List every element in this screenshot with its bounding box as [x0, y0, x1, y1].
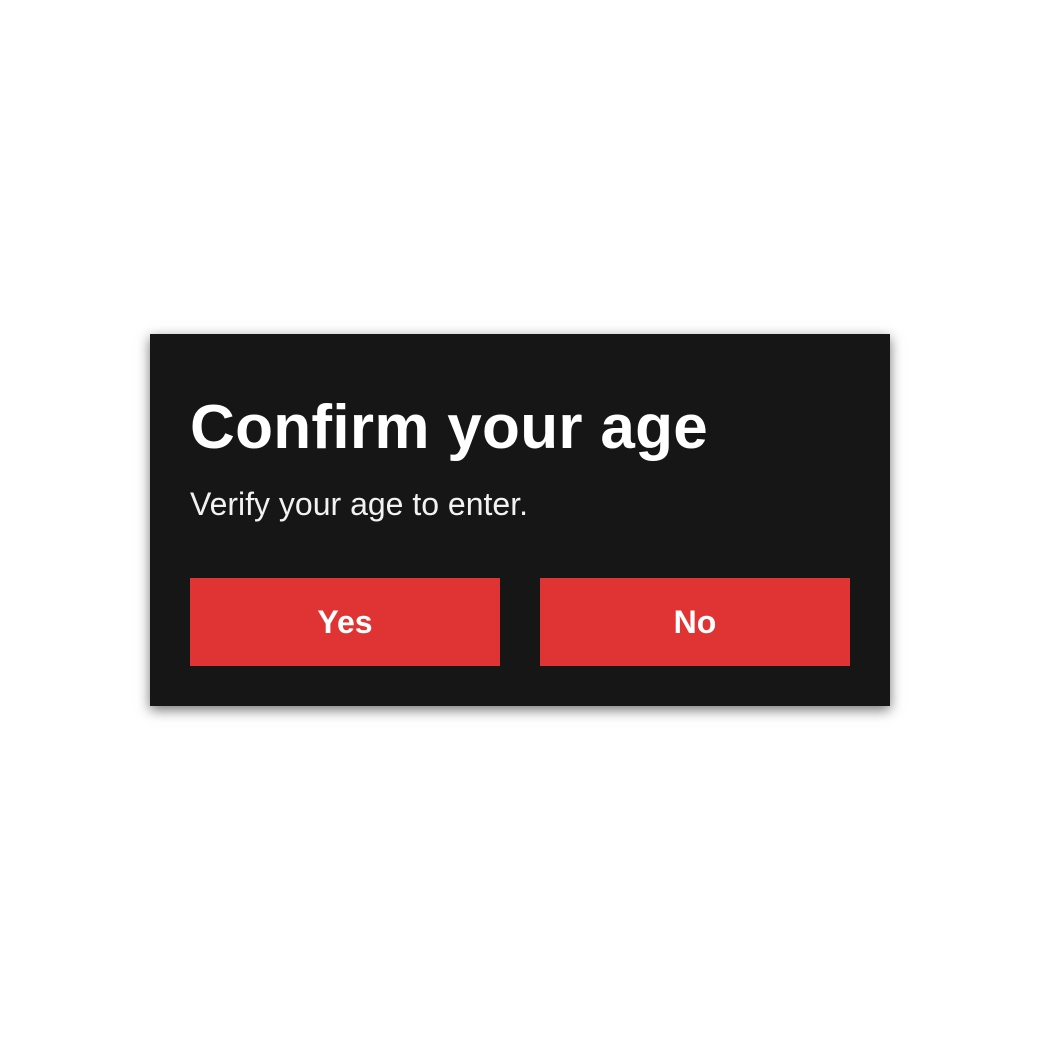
- dialog-title: Confirm your age: [190, 393, 709, 462]
- dialog-actions: Yes No: [190, 578, 850, 666]
- page: Confirm your age Verify your age to ente…: [0, 0, 1040, 1040]
- dialog-message: Verify your age to enter.: [190, 486, 528, 522]
- age-gate-dialog: Confirm your age Verify your age to ente…: [150, 334, 890, 706]
- yes-button[interactable]: Yes: [190, 578, 500, 666]
- no-button[interactable]: No: [540, 578, 850, 666]
